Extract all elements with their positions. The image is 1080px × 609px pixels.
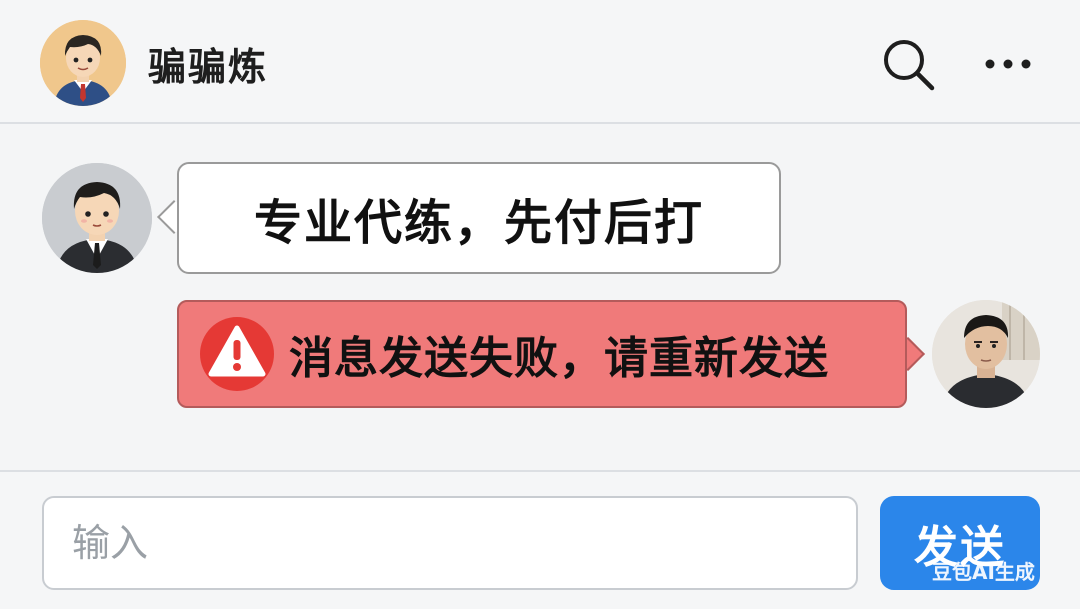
search-button[interactable] xyxy=(880,36,936,92)
message-input[interactable] xyxy=(42,496,858,590)
cartoon-boy-avatar-icon xyxy=(40,20,126,106)
more-button[interactable] xyxy=(980,36,1036,92)
my-avatar[interactable] xyxy=(932,300,1040,408)
composer-bar: 发送 xyxy=(0,470,1080,609)
ai-watermark: 豆包AI生成 xyxy=(932,560,1035,584)
warning-icon[interactable] xyxy=(199,316,275,392)
incoming-message-bubble[interactable]: 专业代练，先付后打 xyxy=(177,162,781,274)
chat-header: 骗骗炼 xyxy=(0,0,1080,124)
incoming-message-text: 专业代练，先付后打 xyxy=(253,195,704,251)
sender-avatar[interactable] xyxy=(42,163,152,273)
photo-avatar-icon xyxy=(932,300,1040,408)
contact-avatar[interactable] xyxy=(40,20,126,106)
chat-area[interactable]: 专业代练，先付后打 消息发送失败，请重新发送 xyxy=(0,124,1080,470)
failed-message-text: 消息发送失败，请重新发送 xyxy=(289,333,829,384)
search-icon xyxy=(884,40,935,91)
failed-message-bubble[interactable]: 消息发送失败，请重新发送 xyxy=(177,300,907,408)
cartoon-suit-avatar-icon xyxy=(42,163,152,273)
more-icon xyxy=(985,59,1031,69)
chat-title: 骗骗炼 xyxy=(148,45,269,89)
